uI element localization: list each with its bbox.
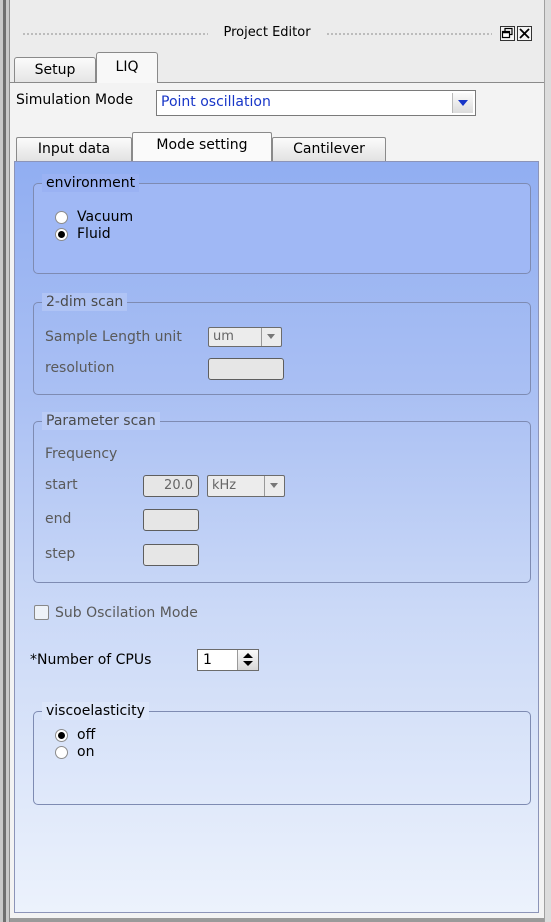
sample-length-unit-arrow[interactable] [261,328,281,346]
resolution-input[interactable] [208,358,284,380]
dock-title: Project Editor [223,25,311,40]
close-icon [519,28,530,39]
scan-2dim-title: 2-dim scan [42,293,128,311]
cpus-label: *Number of CPUs [30,652,152,668]
start-unit-value: kHz [212,478,237,493]
fluid-label: Fluid [77,226,111,242]
spin-down-icon[interactable] [243,661,253,666]
environment-title: environment [42,174,140,192]
tab-cantilever[interactable]: Cantilever [272,137,386,161]
visco-off-radio[interactable] [55,729,68,742]
visco-on-radio[interactable] [55,746,68,759]
titlebar-grip-left [22,32,208,36]
cpus-spin-buttons[interactable] [237,650,258,670]
sample-length-unit-select[interactable]: um [208,327,282,347]
start-unit-arrow[interactable] [264,476,284,496]
sub-oscillation-label: Sub Oscilation Mode [55,605,198,621]
float-window-button[interactable] [500,26,515,41]
spin-up-icon[interactable] [243,653,253,658]
scan-2dim-group: 2-dim scan Sample Length unit um resolut… [33,293,531,395]
tab-setup[interactable]: Setup [14,57,96,83]
simulation-mode-label: Simulation Mode [16,92,134,108]
viscoelasticity-group: viscoelasticity off on [33,702,531,805]
window-left-frame [0,0,10,922]
vacuum-label: Vacuum [77,209,134,225]
start-unit-select[interactable]: kHz [207,475,285,497]
dock-titlebar[interactable]: Project Editor [10,18,544,46]
tab-mode-setting[interactable]: Mode setting [132,132,272,161]
simulation-mode-value: Point oscillation [161,94,271,110]
frequency-label: Frequency [45,446,118,462]
chevron-down-icon [458,100,468,106]
environment-group: environment Vacuum Fluid [33,174,531,274]
project-editor-dock: Project Editor Setup LIQ Simulation Mode… [10,12,544,920]
simulation-mode-select[interactable]: Point oscillation [156,90,476,116]
cpus-spinbox[interactable]: 1 [197,649,259,671]
chevron-down-icon [267,334,275,339]
parameter-scan-group: Parameter scan Frequency start 20.0 kHz … [33,412,531,583]
step-input[interactable] [143,544,199,566]
end-input[interactable] [143,509,199,531]
window-right-frame[interactable] [544,0,551,922]
start-label: start [45,477,78,493]
fluid-radio[interactable] [55,228,68,241]
step-label: step [45,546,76,562]
bottom-edge [10,918,544,922]
sub-oscillation-checkbox[interactable] [34,605,49,620]
vacuum-radio[interactable] [55,211,68,224]
cpus-value: 1 [203,652,212,668]
tab-liq[interactable]: LIQ [96,52,158,83]
chevron-down-icon [270,483,278,488]
viscoelasticity-title: viscoelasticity [42,702,149,720]
visco-off-label: off [77,727,96,743]
sample-length-label: Sample Length unit [45,329,182,345]
dropdown-arrow-button[interactable] [452,93,473,113]
float-icon [501,27,513,39]
tab-input-data[interactable]: Input data [16,137,132,161]
left-frame-strip [3,0,6,922]
sample-length-unit-value: um [213,329,234,344]
close-window-button[interactable] [517,26,532,41]
resolution-label: resolution [45,360,115,376]
titlebar-grip-right [326,32,492,36]
start-input[interactable]: 20.0 [143,475,199,497]
end-label: end [45,511,72,527]
visco-on-label: on [77,744,95,760]
parameter-scan-title: Parameter scan [42,412,160,430]
